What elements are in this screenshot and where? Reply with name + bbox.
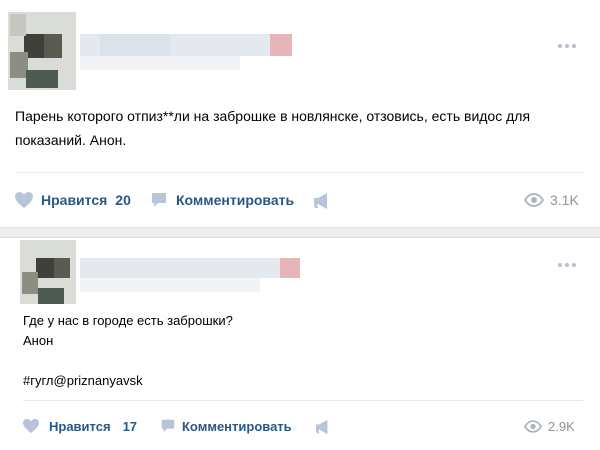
post-card-2: Где у нас в городе есть заброшки? Анон #… <box>0 237 600 450</box>
more-dots-icon[interactable] <box>558 263 576 267</box>
share-megaphone-icon <box>315 419 328 435</box>
more-dots-icon[interactable] <box>558 44 576 48</box>
post-text: Где у нас в городе есть заброшки? Анон #… <box>23 311 583 391</box>
heart-icon <box>23 418 39 434</box>
views-count: 2.9K <box>548 419 575 434</box>
like-label: Нравится <box>49 418 111 434</box>
share-button[interactable] <box>312 192 332 210</box>
post-card-1: Парень которого отпиз**ли на заброшке в … <box>0 0 600 228</box>
eye-icon <box>524 193 544 207</box>
views-counter: 3.1K <box>524 192 579 208</box>
eye-icon <box>524 420 542 433</box>
like-count: 17 <box>122 418 138 434</box>
comment-icon <box>161 419 175 433</box>
comment-label: Комментировать <box>182 418 292 434</box>
post-text-line-1: Парень которого отпиз**ли на заброшке в … <box>15 108 531 124</box>
comment-button[interactable]: Комментировать <box>160 418 292 434</box>
comment-label: Комментировать <box>176 192 295 208</box>
like-count: 20 <box>115 192 131 208</box>
comment-button[interactable]: Комментировать <box>150 191 294 209</box>
share-button[interactable] <box>314 419 332 435</box>
hashtag-link[interactable]: #гугл@priznanyavsk <box>23 371 583 391</box>
like-label: Нравится <box>41 192 108 208</box>
post-text-line-2: показаний. Анон. <box>15 132 127 148</box>
divider <box>23 400 583 401</box>
comment-icon <box>152 193 166 207</box>
like-button[interactable]: Нравится 20 <box>14 191 131 209</box>
views-counter: 2.9K <box>524 419 575 434</box>
post-text: Парень которого отпиз**ли на заброшке в … <box>15 104 590 152</box>
post-text-line-1: Где у нас в городе есть заброшки? <box>23 313 233 328</box>
post-text-line-2: Анон <box>23 333 54 348</box>
like-button[interactable]: Нравится 17 <box>22 418 137 434</box>
share-megaphone-icon <box>314 193 327 209</box>
divider <box>15 172 585 173</box>
views-count: 3.1K <box>550 192 579 208</box>
heart-icon <box>15 192 33 208</box>
